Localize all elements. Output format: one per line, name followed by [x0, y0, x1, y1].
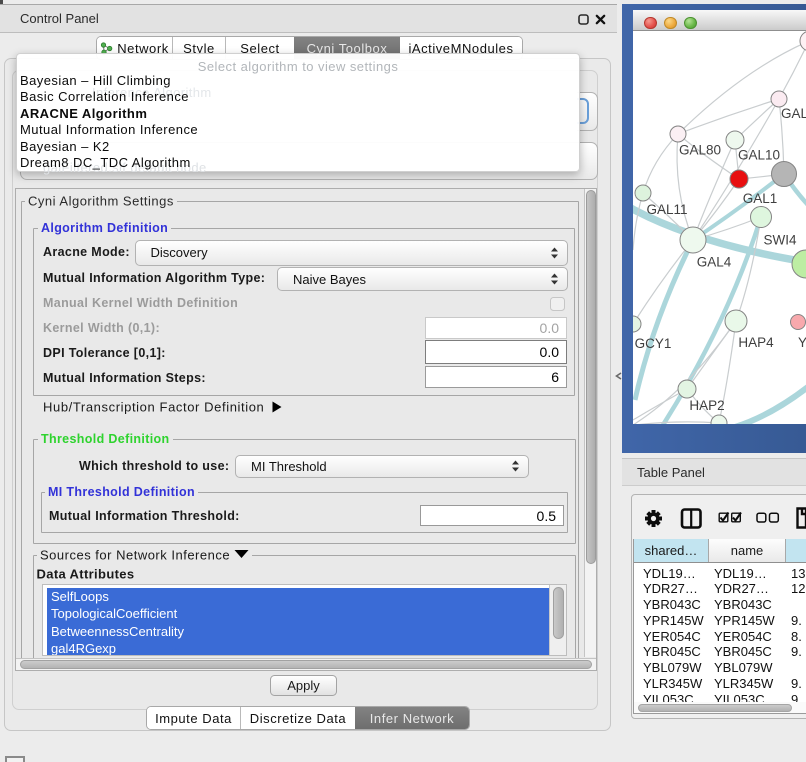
- svg-text:GAL11: GAL11: [646, 202, 687, 217]
- svg-text:GAL4: GAL4: [697, 255, 732, 270]
- svg-text:GAL80: GAL80: [679, 143, 721, 158]
- svg-text:HAP4: HAP4: [738, 335, 774, 350]
- svg-text:GCY1: GCY1: [635, 336, 672, 351]
- svg-text:GAL1: GAL1: [743, 191, 778, 206]
- svg-text:YJ: YJ: [798, 335, 806, 350]
- svg-text:GAL10: GAL10: [738, 148, 780, 163]
- svg-text:SWI4: SWI4: [763, 233, 796, 248]
- svg-text:HAP2: HAP2: [689, 398, 724, 413]
- svg-text:GAL2: GAL2: [781, 106, 806, 121]
